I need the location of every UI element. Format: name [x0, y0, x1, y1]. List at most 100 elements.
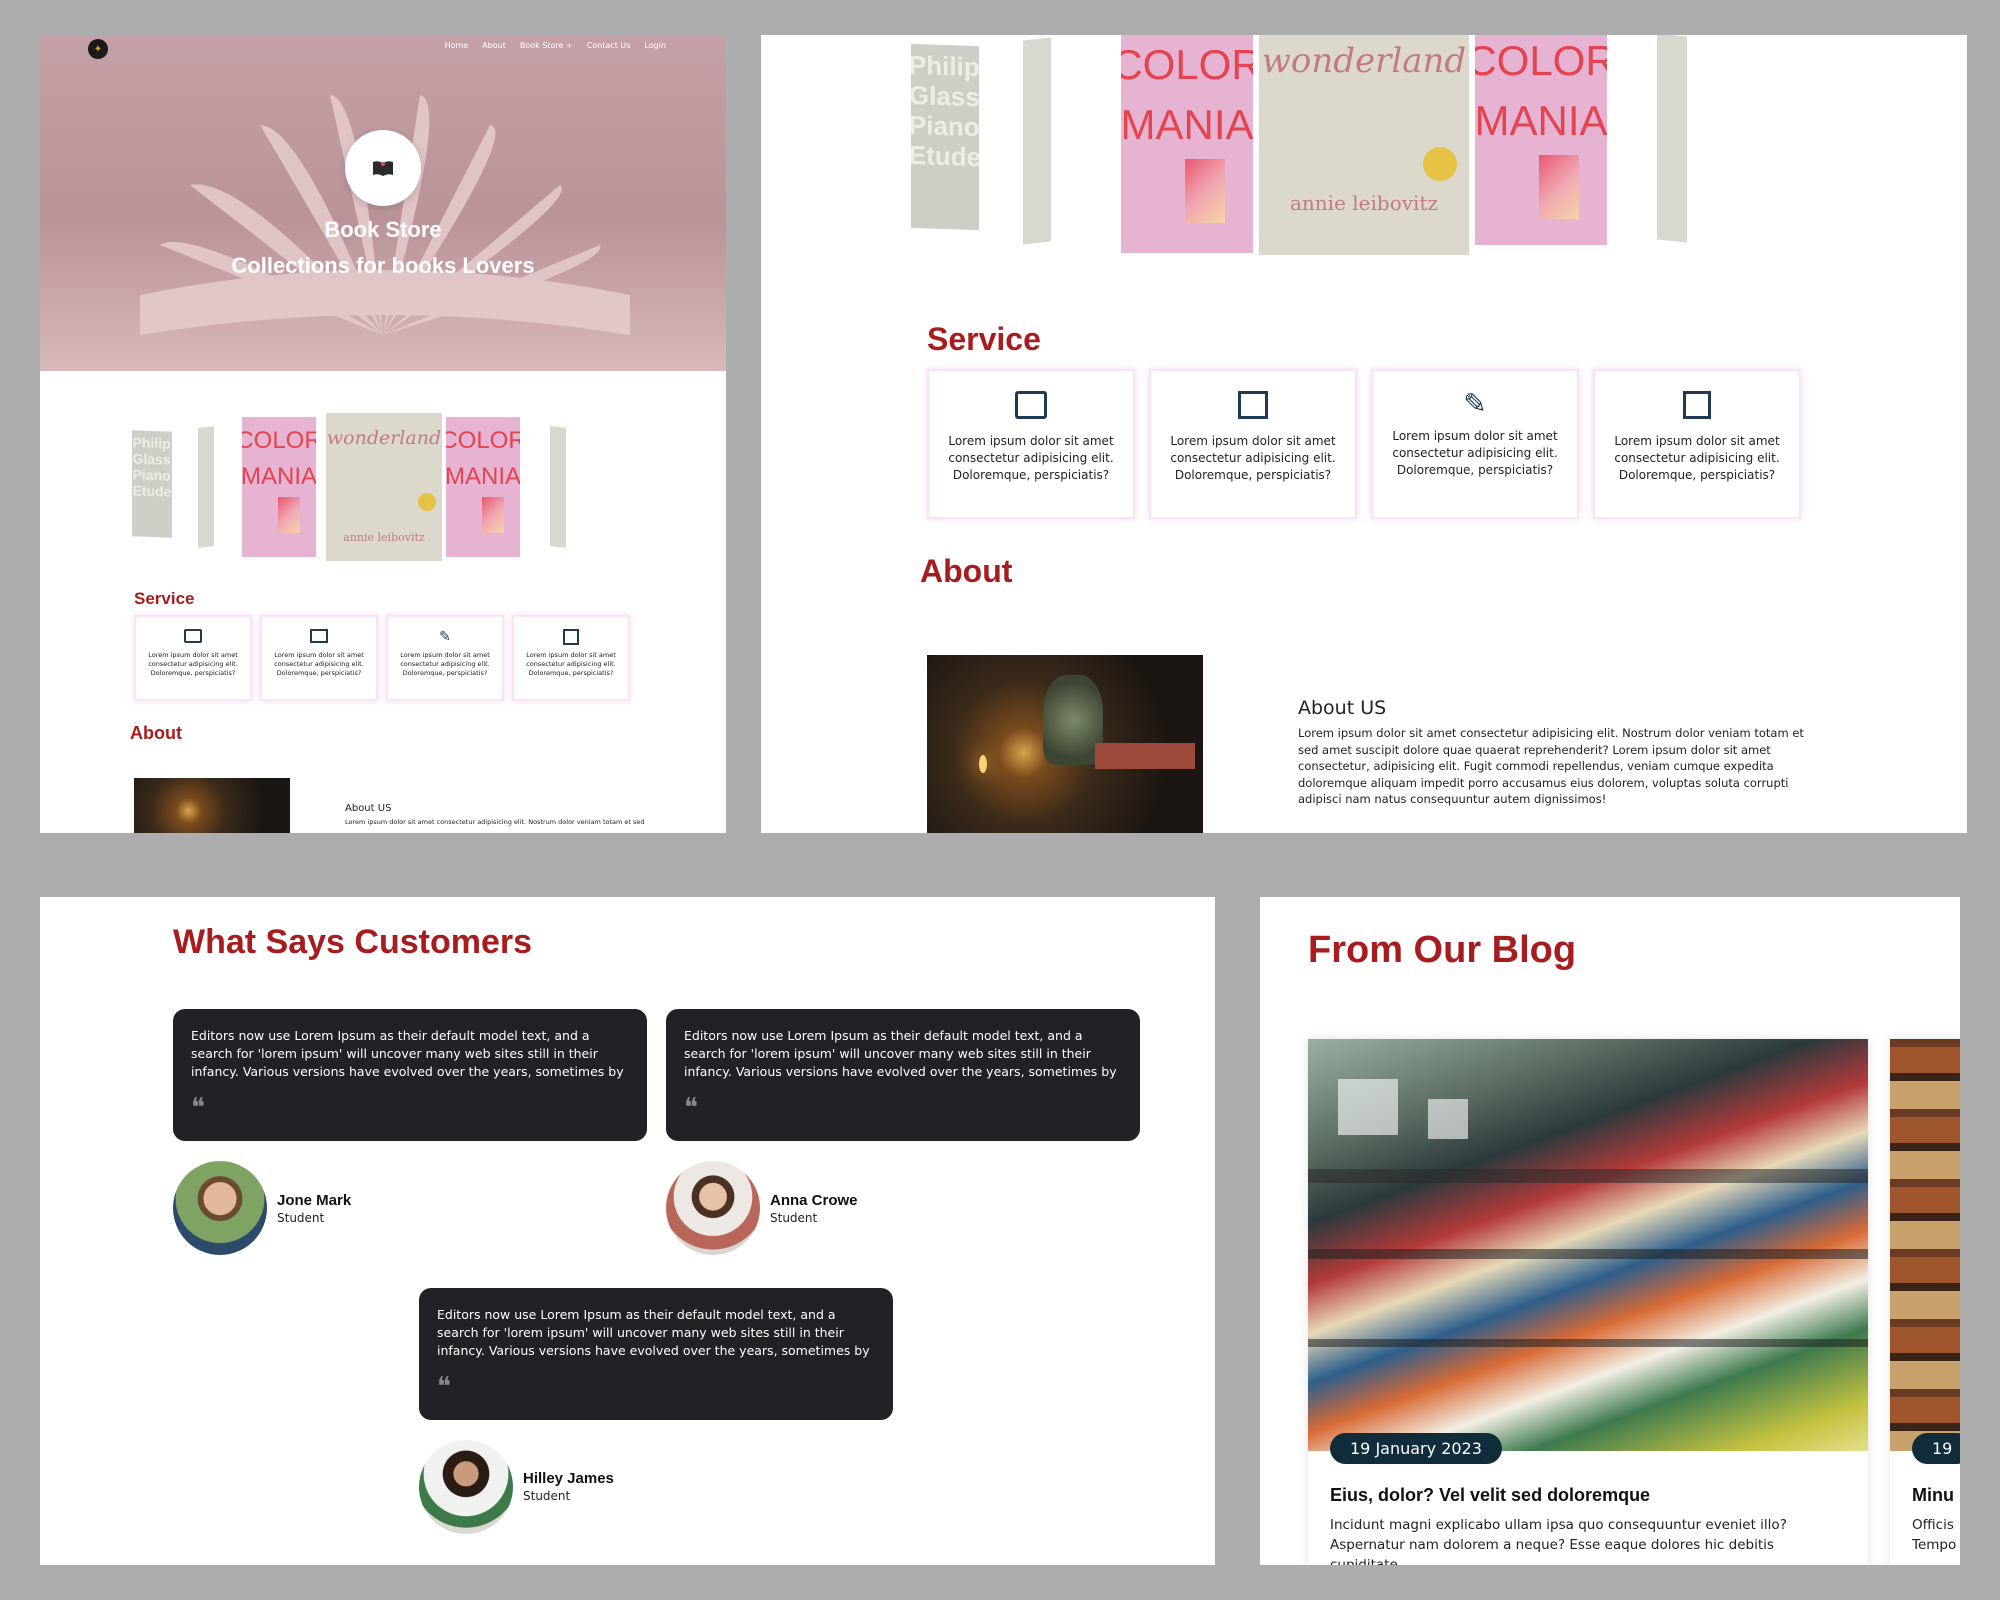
book-carousel-zoomed[interactable]: Philip Glass Piano Etude COLOR MANIA won… — [911, 35, 1471, 265]
service-about-zoom-panel: Philip Glass Piano Etude COLOR MANIA won… — [761, 35, 1967, 833]
book-logo-icon — [373, 161, 393, 176]
library-icon — [310, 629, 328, 643]
service-card-text: Lorem ipsum dolor sit amet consectetur a… — [1392, 429, 1558, 477]
about-subtitle: About US — [1298, 697, 1387, 719]
book-wonderland[interactable]: wonderland annie leibovitz — [326, 413, 442, 561]
writing-icon: ✎ — [1463, 387, 1487, 420]
about-image — [927, 655, 1203, 833]
nav-book-store[interactable]: Book Store + — [520, 41, 573, 50]
blog-post-title[interactable]: Eius, dolor? Vel velit sed doloremque — [1330, 1485, 1650, 1506]
nav-login[interactable]: Login — [644, 41, 666, 50]
blog-panel: From Our Blog 19 January 2023 Eius, dolo… — [1260, 897, 1960, 1565]
about-subtitle: About US — [345, 803, 392, 814]
blog-card[interactable]: 19 January 2023 Eius, dolor? Vel velit s… — [1308, 1039, 1868, 1565]
service-heading: Service — [134, 589, 195, 608]
avatar — [666, 1161, 760, 1255]
avatar — [173, 1161, 267, 1255]
hero-subtitle: Collections for books Lovers — [231, 253, 535, 278]
book-icon — [184, 629, 202, 643]
still-life-glass — [1043, 675, 1103, 765]
library-icon — [1238, 391, 1268, 419]
book-cover-photo — [1539, 155, 1579, 219]
blog-date-badge: 19 — [1912, 1433, 1960, 1464]
service-card[interactable]: ✎ Lorem ipsum dolor sit amet consectetur… — [386, 615, 504, 701]
book-title-line1: COLOR — [242, 427, 316, 454]
customer-role: Student — [523, 1489, 571, 1503]
testimonials-panel: What Says Customers Editors now use Lore… — [40, 897, 1215, 1565]
service-card[interactable]: Lorem ipsum dolor sit amet consectetur a… — [1149, 369, 1357, 519]
book-author: annie leibovitz — [343, 531, 425, 544]
signed-edition-seal — [1423, 147, 1457, 181]
nav-home[interactable]: Home — [445, 41, 469, 50]
customer-role: Student — [770, 1211, 818, 1225]
book-title-line2: MANIA — [446, 463, 520, 490]
document-edit-icon — [563, 629, 579, 645]
book-icon — [1015, 391, 1047, 419]
customer-name: Anna Crowe — [770, 1192, 858, 1209]
blog-image — [1308, 1039, 1868, 1451]
book-carousel[interactable]: Philip Glass Piano Etude COLOR MANIA won… — [132, 413, 612, 593]
blog-card[interactable]: 19 Minu Officis Tempo — [1890, 1039, 1960, 1565]
about-text: Lorem ipsum dolor sit amet consectetur a… — [1298, 726, 1804, 806]
book-thin-right[interactable] — [550, 426, 566, 548]
hero-logo-badge — [345, 130, 421, 206]
testimonial-quote: Editors now use Lorem Ipsum as their def… — [666, 1009, 1140, 1141]
quote-text: Editors now use Lorem Ipsum as their def… — [437, 1307, 870, 1358]
document-edit-icon — [1683, 391, 1711, 419]
book-philip-glass[interactable]: Philip Glass Piano Etude — [132, 430, 172, 538]
service-card[interactable]: Lorem ipsum dolor sit amet consectetur a… — [134, 615, 252, 701]
book-author: annie leibovitz — [1289, 191, 1439, 215]
quote-text: Editors now use Lorem Ipsum as their def… — [191, 1028, 624, 1079]
book-wonderland[interactable]: wonderland annie leibovitz — [1259, 35, 1469, 255]
customer-name: Jone Mark — [277, 1192, 352, 1209]
blog-post-title[interactable]: Minu — [1912, 1485, 1954, 1506]
service-card-text: Lorem ipsum dolor sit amet consectetur a… — [1170, 434, 1336, 482]
book-title-line1: COLOR — [1475, 37, 1607, 84]
service-card[interactable]: Lorem ipsum dolor sit amet consectetur a… — [927, 369, 1135, 519]
book-cover-photo — [1185, 159, 1225, 223]
service-card-text: Lorem ipsum dolor sit amet consectetur a… — [948, 434, 1114, 482]
about-heading: About — [920, 553, 1013, 589]
quote-mark-icon: ❝ — [684, 1093, 698, 1123]
service-card[interactable]: Lorem ipsum dolor sit amet consectetur a… — [260, 615, 378, 701]
about-heading: About — [130, 723, 182, 743]
candle-flame — [979, 755, 987, 773]
customer-role: Student — [277, 1211, 325, 1225]
service-heading: Service — [927, 321, 1041, 357]
service-card[interactable]: Lorem ipsum dolor sit amet consectetur a… — [1593, 369, 1801, 519]
book-philip-glass[interactable]: Philip Glass Piano Etude — [911, 43, 979, 231]
nav-about[interactable]: About — [482, 41, 506, 50]
blog-date-badge: 19 January 2023 — [1330, 1433, 1502, 1464]
hero-banner: ✦ Home About Book Store + Contact Us Log… — [40, 35, 726, 371]
book-cover-photo — [278, 497, 300, 533]
service-card[interactable]: Lorem ipsum dolor sit amet consectetur a… — [512, 615, 630, 701]
about-image — [134, 778, 290, 833]
signed-edition-seal — [418, 493, 436, 511]
still-life-book — [1095, 743, 1195, 769]
book-color-mania-right[interactable]: COLOR MANIA — [1475, 35, 1607, 245]
testimonials-heading: What Says Customers — [173, 923, 532, 961]
blog-post-excerpt: Officis Tempo — [1912, 1517, 1957, 1553]
service-card-text: Lorem ipsum dolor sit amet consectetur a… — [1614, 434, 1780, 482]
book-color-mania-left[interactable]: COLOR MANIA — [1121, 35, 1253, 253]
hero-title: Book Store — [324, 217, 442, 242]
book-title-line1: COLOR — [446, 427, 520, 454]
site-logo[interactable]: ✦ — [88, 39, 108, 59]
book-title-line2: MANIA — [242, 463, 316, 490]
quote-mark-icon: ❝ — [191, 1093, 205, 1123]
book-title-line2: MANIA — [1121, 101, 1253, 148]
book-color-mania-right[interactable]: COLOR MANIA — [446, 417, 520, 557]
book-color-mania-left[interactable]: COLOR MANIA — [242, 417, 316, 557]
service-card-text: Lorem ipsum dolor sit amet consectetur a… — [148, 651, 238, 677]
service-card[interactable]: ✎ Lorem ipsum dolor sit amet consectetur… — [1371, 369, 1579, 519]
avatar — [419, 1440, 513, 1534]
service-card-text: Lorem ipsum dolor sit amet consectetur a… — [274, 651, 364, 677]
quote-text: Editors now use Lorem Ipsum as their def… — [684, 1028, 1117, 1079]
nav-contact[interactable]: Contact Us — [587, 41, 631, 50]
book-thin-left[interactable] — [198, 426, 214, 548]
blog-heading: From Our Blog — [1308, 929, 1577, 971]
book-cover-photo — [482, 497, 504, 533]
book-thin-right[interactable] — [1657, 35, 1687, 243]
book-thin-left[interactable] — [1023, 37, 1051, 245]
service-card-text: Lorem ipsum dolor sit amet consectetur a… — [526, 651, 616, 677]
